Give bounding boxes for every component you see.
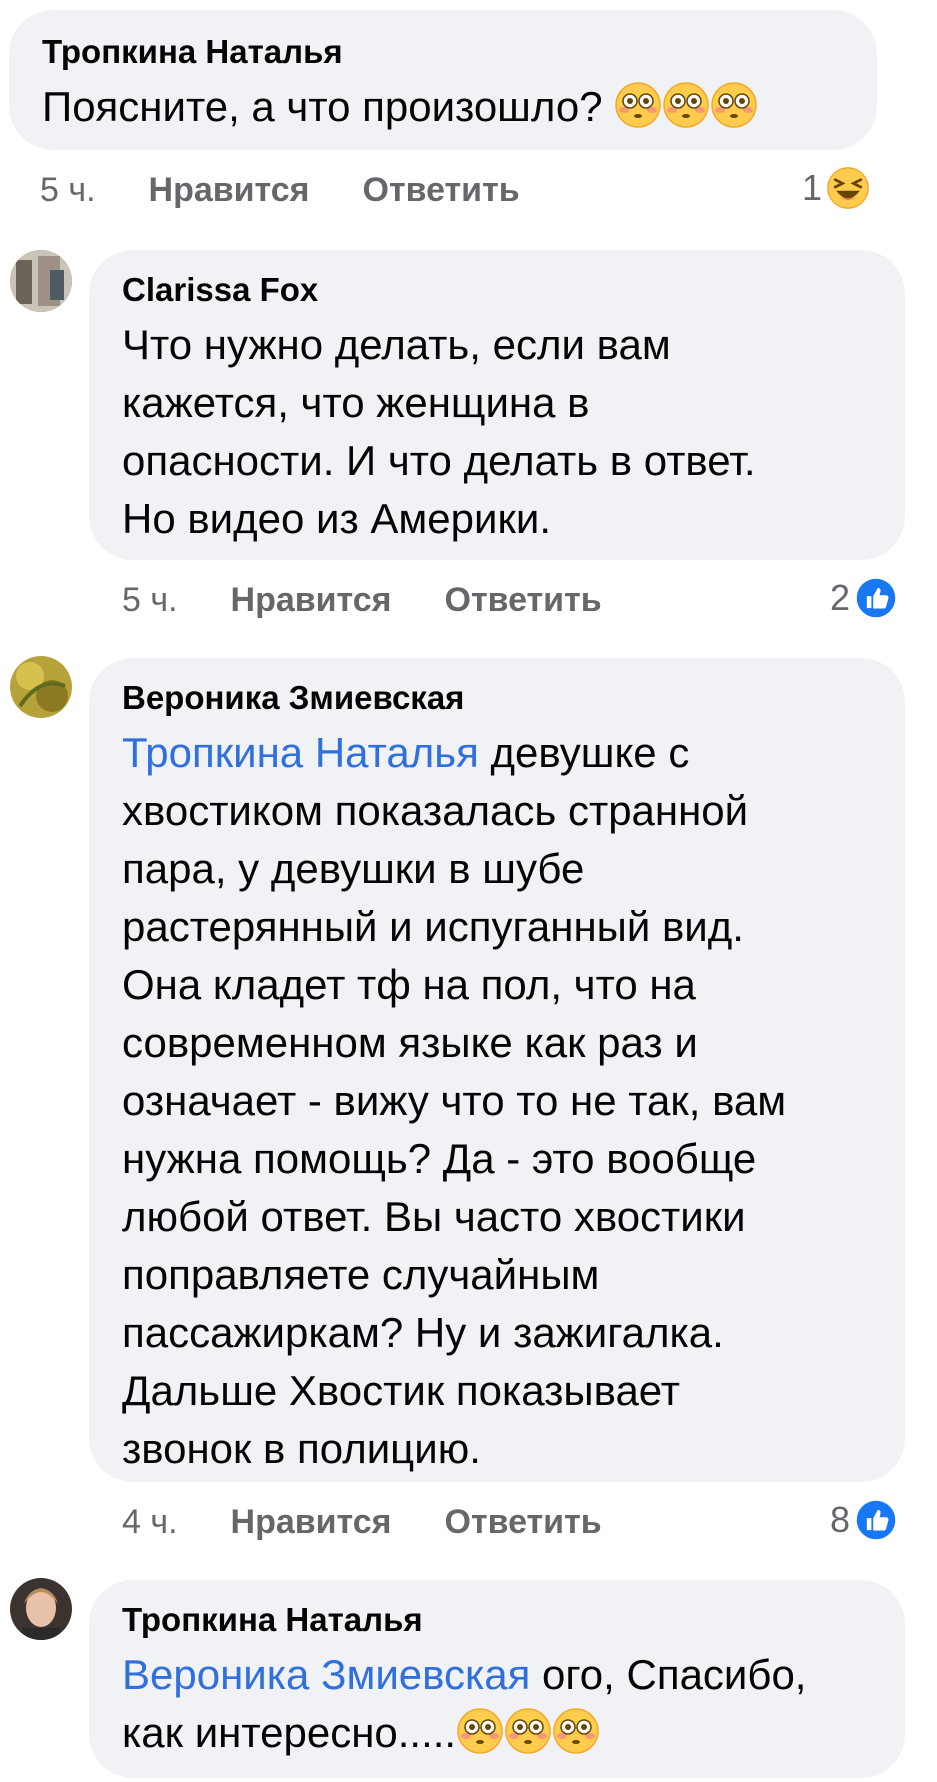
comment-bubble: Clarissa Fox Что нужно делать, если вам … xyxy=(89,250,905,560)
comment-bubble: Тропкина Наталья Поясните, а что произош… xyxy=(9,10,877,150)
avatar[interactable] xyxy=(10,250,72,312)
like-button[interactable]: Нравится xyxy=(149,170,310,210)
avatar-image xyxy=(10,1578,72,1640)
mention-link[interactable]: Тропкина Наталья xyxy=(122,729,479,776)
reaction-count[interactable]: 8 xyxy=(830,1498,898,1542)
comment-text: Вероника Змиевская ого, Спасибо, как инт… xyxy=(122,1651,807,1756)
comment-author[interactable]: Clarissa Fox xyxy=(122,270,905,310)
comment-time[interactable]: 5 ч. xyxy=(40,170,96,210)
comment-actions: 5 ч. Нравится Ответить xyxy=(122,580,602,620)
reply-button[interactable]: Ответить xyxy=(363,170,520,210)
flushed-face-icon xyxy=(662,81,710,129)
comment-author[interactable]: Тропкина Наталья xyxy=(122,1600,905,1640)
laughing-face-icon xyxy=(826,166,870,210)
avatar-image xyxy=(10,656,72,718)
comment-actions: 5 ч. Нравится Ответить xyxy=(40,170,520,210)
reaction-count[interactable]: 2 xyxy=(830,576,898,620)
thumbs-up-icon xyxy=(854,576,898,620)
flushed-face-icon xyxy=(614,81,662,129)
comment-text: Тропкина Наталья девушке с хвостиком пок… xyxy=(122,729,787,1472)
comment-author[interactable]: Вероника Змиевская xyxy=(122,678,905,718)
comment-author[interactable]: Тропкина Наталья xyxy=(42,32,877,72)
like-button[interactable]: Нравится xyxy=(231,1502,392,1542)
comment-text: Что нужно делать, если вам кажется, что … xyxy=(122,321,756,542)
thumbs-up-icon xyxy=(854,1498,898,1542)
reply-button[interactable]: Ответить xyxy=(445,580,602,620)
flushed-face-icon xyxy=(552,1707,600,1755)
comment-text: Поясните, а что произошло? xyxy=(42,78,877,136)
avatar[interactable] xyxy=(10,656,72,718)
avatar-image xyxy=(10,250,72,312)
like-button[interactable]: Нравится xyxy=(231,580,392,620)
reaction-count[interactable]: 1 xyxy=(802,166,870,210)
reply-button[interactable]: Ответить xyxy=(445,1502,602,1542)
comment-time[interactable]: 4 ч. xyxy=(122,1502,178,1542)
comment-bubble: Тропкина Наталья Вероника Змиевская ого,… xyxy=(89,1580,905,1778)
avatar[interactable] xyxy=(10,1578,72,1640)
comment-bubble: Вероника Змиевская Тропкина Наталья деву… xyxy=(89,658,905,1482)
comment-actions: 4 ч. Нравится Ответить xyxy=(122,1502,602,1542)
comment-time[interactable]: 5 ч. xyxy=(122,580,178,620)
flushed-face-icon xyxy=(710,81,758,129)
flushed-face-icon xyxy=(504,1707,552,1755)
mention-link[interactable]: Вероника Змиевская xyxy=(122,1651,530,1698)
flushed-face-icon xyxy=(456,1707,504,1755)
